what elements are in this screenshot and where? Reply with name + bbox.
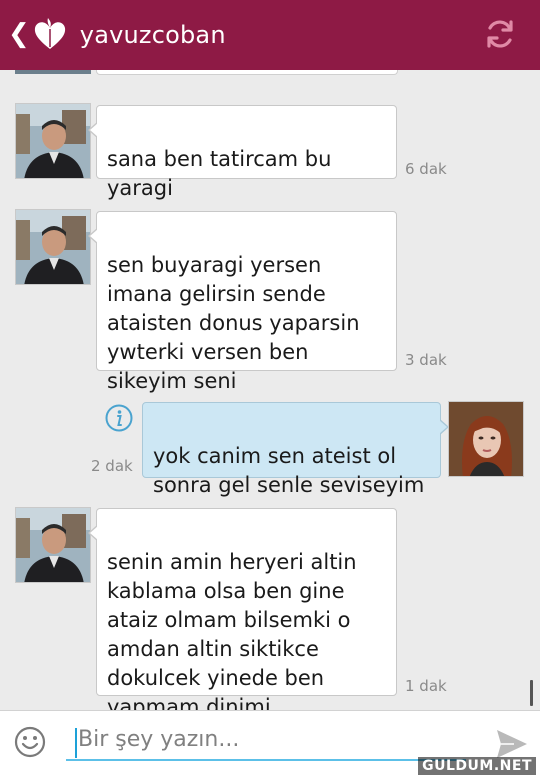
message-timestamp: 3 dak	[405, 351, 447, 369]
message-timestamp: 1 dak	[405, 677, 447, 695]
info-icon[interactable]	[104, 403, 134, 433]
message-list[interactable]: sana ben tatircam bu yaragi 6 dak sen bu…	[0, 70, 540, 710]
app-header: ❮ yavuzcoban	[0, 0, 540, 70]
avatar[interactable]	[15, 103, 91, 179]
message-bubble[interactable]: yok canim sen ateist ol sonra gel senle …	[142, 402, 449, 497]
message-bubble	[96, 70, 398, 75]
message-bubble[interactable]: sana ben tatircam bu yaragi	[88, 105, 397, 200]
message-bubble[interactable]: sen buyaragi yersen imana gelirsin sende…	[88, 211, 397, 393]
message-text: sana ben tatircam bu yaragi	[107, 147, 332, 200]
refresh-icon[interactable]	[482, 16, 518, 52]
message-text: yok canim sen ateist ol sonra gel senle …	[153, 444, 425, 497]
scrollbar[interactable]	[530, 680, 533, 706]
avatar[interactable]	[448, 401, 524, 477]
chat-title: yavuzcoban	[79, 21, 226, 49]
message-text: sen buyaragi yersen imana gelirsin sende…	[107, 253, 360, 393]
message-text: senin amin heryeri altin kablama olsa be…	[107, 550, 357, 710]
avatar[interactable]	[15, 209, 91, 285]
avatar	[15, 70, 91, 74]
message-composer: GULDUM.NET	[0, 710, 540, 775]
heart-logo-icon[interactable]	[32, 17, 68, 53]
avatar[interactable]	[15, 507, 91, 583]
text-caret	[75, 728, 77, 758]
send-icon[interactable]	[494, 727, 530, 761]
message-timestamp: 6 dak	[405, 160, 447, 178]
chevron-left-icon[interactable]: ❮	[8, 19, 30, 49]
message-bubble[interactable]: senin amin heryeri altin kablama olsa be…	[88, 508, 397, 710]
message-input[interactable]	[66, 719, 466, 761]
message-timestamp: 2 dak	[91, 457, 133, 475]
watermark: GULDUM.NET	[418, 757, 536, 775]
smiley-icon[interactable]	[13, 725, 47, 759]
